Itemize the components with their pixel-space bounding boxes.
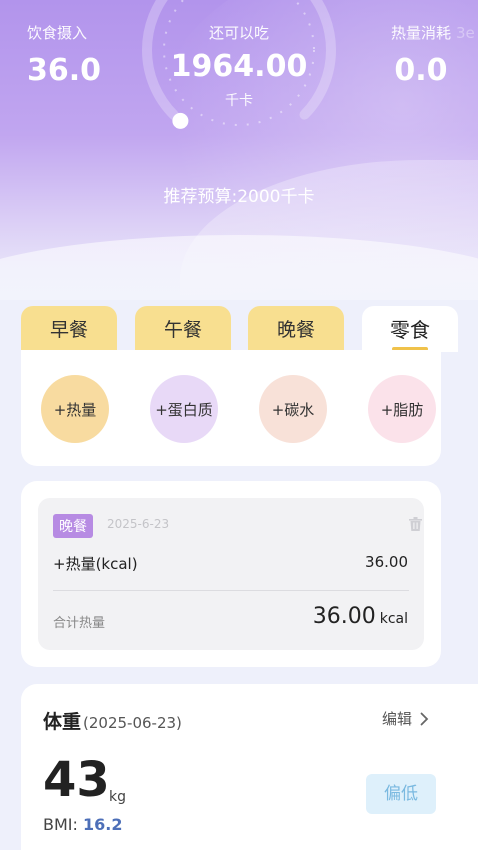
tab-breakfast[interactable]: 早餐 (21, 306, 117, 352)
recommended-budget: 推荐预算:2000千卡 (163, 187, 315, 207)
burn-label: 热量消耗 (390, 24, 451, 42)
total-calories-label: 合计热量 (53, 616, 106, 631)
total-calories: 36.00 kcal (313, 604, 408, 629)
weight-date: (2025-06-23) (83, 714, 182, 732)
bmi: BMI: 16.2 (43, 815, 122, 834)
weight-card: 体重 (2025-06-23) 编辑 43 kg BMI: 16.2 偏低 (21, 684, 478, 850)
trash-icon[interactable] (409, 517, 422, 531)
chevron-right-icon (420, 712, 429, 725)
add-calories-button[interactable]: +热量 (41, 375, 109, 443)
record-item-label: +热量(kcal) (53, 555, 138, 573)
burn-stat: 热量消耗 0.0 (391, 22, 451, 88)
total-calories-value: 36.00 (312, 604, 376, 629)
tab-lunch[interactable]: 午餐 (135, 306, 231, 352)
weight-title-text: 体重 (43, 711, 82, 733)
calorie-summary-header: 饮食摄入 36.0 还可以吃 1964.00 千卡 热量消耗 0.0 3e 推荐… (0, 0, 478, 300)
meal-record-card: 晚餐 2025-6-23 +热量(kcal) 36.00 合计热量 36.00 k… (21, 481, 441, 667)
tab-dinner[interactable]: 晚餐 (248, 306, 344, 352)
edit-weight-button[interactable]: 编辑 (382, 708, 429, 729)
record-date: 2025-6-23 (107, 517, 170, 531)
gauge-knob (172, 112, 189, 129)
weight-value: 43 (43, 752, 110, 808)
edit-label: 编辑 (382, 710, 413, 728)
add-protein-button[interactable]: +蛋白质 (150, 375, 218, 443)
meal-tabs: 早餐 午餐 晚餐 零食 (21, 306, 458, 352)
meal-record: 晚餐 2025-6-23 +热量(kcal) 36.00 合计热量 36.00 k… (38, 498, 424, 650)
bmi-value: 16.2 (82, 815, 123, 834)
tab-snack[interactable]: 零食 (362, 306, 458, 352)
record-item-value: 36.00 (365, 553, 408, 571)
burn-value: 0.0 (394, 53, 448, 88)
faint-overflow-text: 3e (456, 24, 475, 42)
nutrient-add-panel: +热量 +蛋白质 +碳水 +脂肪 (21, 350, 441, 466)
add-fat-button[interactable]: +脂肪 (368, 375, 436, 443)
add-carbs-button[interactable]: +碳水 (259, 375, 327, 443)
weight-title: 体重 (2025-06-23) (43, 707, 182, 734)
bmi-label: BMI: (43, 815, 83, 834)
divider (53, 590, 409, 591)
weight-unit: kg (109, 789, 126, 805)
meal-type-badge: 晚餐 (53, 514, 93, 538)
weight-status-badge: 偏低 (366, 774, 436, 814)
total-calories-unit: kcal (379, 611, 408, 627)
header-wave (0, 235, 478, 300)
remaining-unit: 千卡 (225, 93, 253, 109)
